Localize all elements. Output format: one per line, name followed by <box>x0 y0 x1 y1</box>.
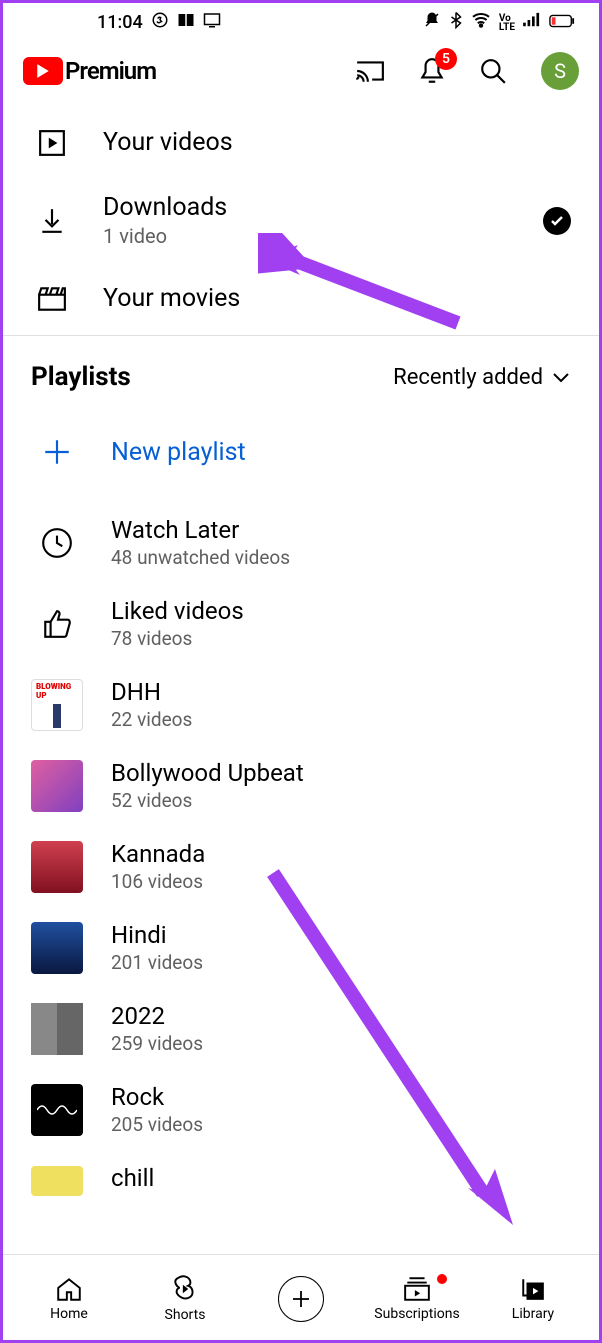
plus-icon <box>31 426 83 478</box>
playlist-thumb <box>31 760 83 812</box>
account-avatar[interactable]: S <box>541 52 579 90</box>
cast-button[interactable] <box>355 58 385 84</box>
clapper-icon <box>37 286 67 312</box>
your-movies-item[interactable]: Your movies <box>3 266 599 331</box>
playlist-title: 2022 <box>111 1002 203 1030</box>
download-icon <box>37 207 67 235</box>
bluetooth-icon <box>449 11 463 34</box>
youtube-play-icon <box>23 57 63 85</box>
playlist-thumb <box>31 1084 83 1136</box>
nav-label: Home <box>50 1306 88 1322</box>
playlist-thumb <box>31 922 83 974</box>
playlist-item[interactable]: Bollywood Upbeat 52 videos <box>3 745 599 826</box>
status-bar: 11:04 VoLTE <box>3 3 599 38</box>
notification-badge: 5 <box>435 48 457 70</box>
playlist-title: chill <box>111 1164 154 1192</box>
new-playlist-label: New playlist <box>111 438 246 467</box>
book-icon <box>177 12 195 33</box>
playlist-sub: 205 videos <box>111 1113 203 1136</box>
subscriptions-icon <box>403 1276 431 1302</box>
shorts-icon <box>173 1275 197 1303</box>
notifications-button[interactable]: 5 <box>419 56 445 86</box>
new-playlist-button[interactable]: New playlist <box>3 402 599 502</box>
nav-create[interactable] <box>243 1276 359 1322</box>
your-movies-label: Your movies <box>103 284 571 313</box>
playlist-title: Bollywood Upbeat <box>111 759 304 787</box>
playlist-title: Kannada <box>111 840 205 868</box>
downloads-label: Downloads <box>103 193 507 222</box>
nav-home[interactable]: Home <box>11 1276 127 1322</box>
playlists-sort-button[interactable]: Recently added <box>393 365 571 390</box>
cast-small-icon <box>203 12 221 33</box>
your-videos-label: Your videos <box>103 128 571 157</box>
volte-icon: VoLTE <box>499 14 515 32</box>
sort-label: Recently added <box>393 365 543 390</box>
playlist-title: Rock <box>111 1083 203 1111</box>
playlist-sub: 52 videos <box>111 789 304 812</box>
downloads-done-icon <box>543 207 571 235</box>
battery-icon <box>549 12 575 33</box>
playlist-sub: 259 videos <box>111 1032 203 1055</box>
signal-icon <box>523 12 541 33</box>
nav-label: Shorts <box>165 1307 206 1323</box>
playlist-item[interactable]: BLOWINGUP DHH 22 videos <box>3 664 599 745</box>
watch-later-label: Watch Later <box>111 516 290 544</box>
chevron-down-icon <box>551 370 571 384</box>
nav-shorts[interactable]: Shorts <box>127 1275 243 1323</box>
playlist-item[interactable]: 2022 259 videos <box>3 988 599 1069</box>
your-videos-item[interactable]: Your videos <box>3 110 599 175</box>
subs-dot-icon <box>437 1274 447 1284</box>
whatsapp-icon <box>151 11 169 34</box>
liked-sub: 78 videos <box>111 627 244 650</box>
playlist-thumb: BLOWINGUP <box>31 679 83 731</box>
playlist-thumb <box>31 841 83 893</box>
liked-label: Liked videos <box>111 597 244 625</box>
nav-library[interactable]: Library <box>475 1276 591 1322</box>
watch-later-sub: 48 unwatched videos <box>111 546 290 569</box>
playlists-header: Playlists Recently added <box>3 336 599 402</box>
nav-label: Subscriptions <box>374 1306 459 1322</box>
playlist-thumb <box>31 1166 83 1196</box>
downloads-sub: 1 video <box>103 224 507 248</box>
playlist-sub <box>111 1194 154 1198</box>
playlist-sub: 22 videos <box>111 708 192 731</box>
premium-text: Premium <box>65 57 156 85</box>
bottom-nav: Home Shorts Subscriptions Library <box>3 1254 599 1340</box>
playlists-title: Playlists <box>31 362 131 392</box>
avatar-initial: S <box>554 59 566 83</box>
home-icon <box>55 1276 83 1302</box>
playlist-item[interactable]: Rock 205 videos <box>3 1069 599 1150</box>
playlist-item[interactable]: chill <box>3 1150 599 1198</box>
play-box-icon <box>37 129 67 157</box>
nav-label: Library <box>512 1306 554 1322</box>
playlist-title: Hindi <box>111 921 203 949</box>
liked-videos-item[interactable]: Liked videos 78 videos <box>3 583 599 664</box>
search-button[interactable] <box>479 57 507 85</box>
playlist-sub: 106 videos <box>111 870 205 893</box>
create-icon <box>278 1276 324 1322</box>
playlist-thumb <box>31 1003 83 1055</box>
playlist-item[interactable]: Hindi 201 videos <box>3 907 599 988</box>
playlist-title: DHH <box>111 678 192 706</box>
wifi-icon <box>471 12 491 33</box>
playlist-item[interactable]: Kannada 106 videos <box>3 826 599 907</box>
thumbs-up-icon <box>31 598 83 650</box>
clock-icon <box>31 517 83 569</box>
mute-icon <box>423 11 441 34</box>
nav-subscriptions[interactable]: Subscriptions <box>359 1276 475 1322</box>
playlist-sub: 201 videos <box>111 951 203 974</box>
library-icon <box>520 1276 546 1302</box>
youtube-premium-logo[interactable]: Premium <box>23 57 325 85</box>
app-header: Premium 5 S <box>3 38 599 110</box>
status-time: 11:04 <box>97 12 143 33</box>
watch-later-item[interactable]: Watch Later 48 unwatched videos <box>3 502 599 583</box>
downloads-item[interactable]: Downloads 1 video <box>3 175 599 266</box>
